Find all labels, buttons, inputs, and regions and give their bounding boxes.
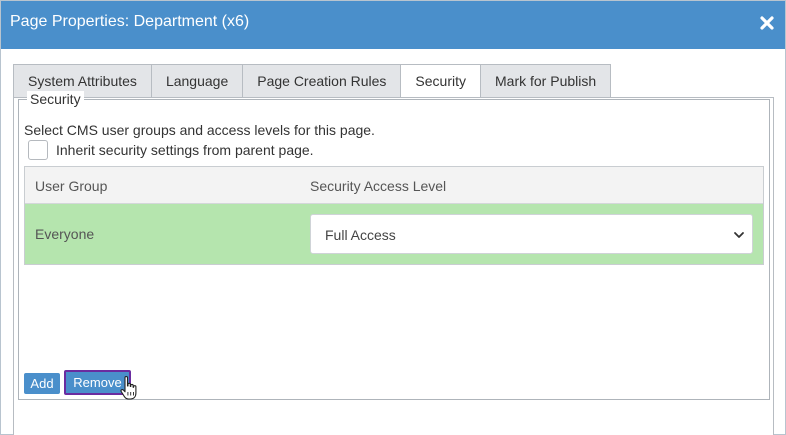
dialog-titlebar: Page Properties: Department (x6) (1, 1, 785, 49)
grid-header: User Group Security Access Level (25, 167, 763, 204)
access-level-value: Full Access (325, 227, 396, 243)
access-level-select[interactable]: Full Access (310, 214, 753, 254)
tab-page-creation-rules[interactable]: Page Creation Rules (242, 64, 401, 98)
inherit-security-checkbox[interactable] (28, 140, 48, 160)
security-legend: Security (27, 91, 84, 107)
tab-language[interactable]: Language (150, 64, 243, 98)
chevron-down-icon (733, 230, 745, 240)
tab-security[interactable]: Security (400, 64, 480, 98)
table-row[interactable]: Everyone Full Access (25, 204, 763, 264)
dialog-title: Page Properties: Department (x6) (10, 13, 250, 30)
inherit-security-label[interactable]: Inherit security settings from parent pa… (56, 142, 314, 158)
tab-bar: System Attributes Language Page Creation… (13, 64, 612, 98)
page-properties-dialog: Page Properties: Department (x6) System … (0, 0, 786, 435)
tab-mark-for-publish[interactable]: Mark for Publish (480, 64, 612, 98)
close-icon[interactable] (758, 14, 776, 32)
security-grid: User Group Security Access Level Everyon… (24, 166, 764, 265)
column-header-security-access-level: Security Access Level (310, 178, 447, 194)
add-button[interactable]: Add (24, 373, 60, 394)
user-group-cell: Everyone (35, 226, 95, 242)
security-description: Select CMS user groups and access levels… (24, 122, 375, 138)
column-header-user-group: User Group (35, 178, 108, 194)
hand-cursor-icon (119, 375, 141, 403)
